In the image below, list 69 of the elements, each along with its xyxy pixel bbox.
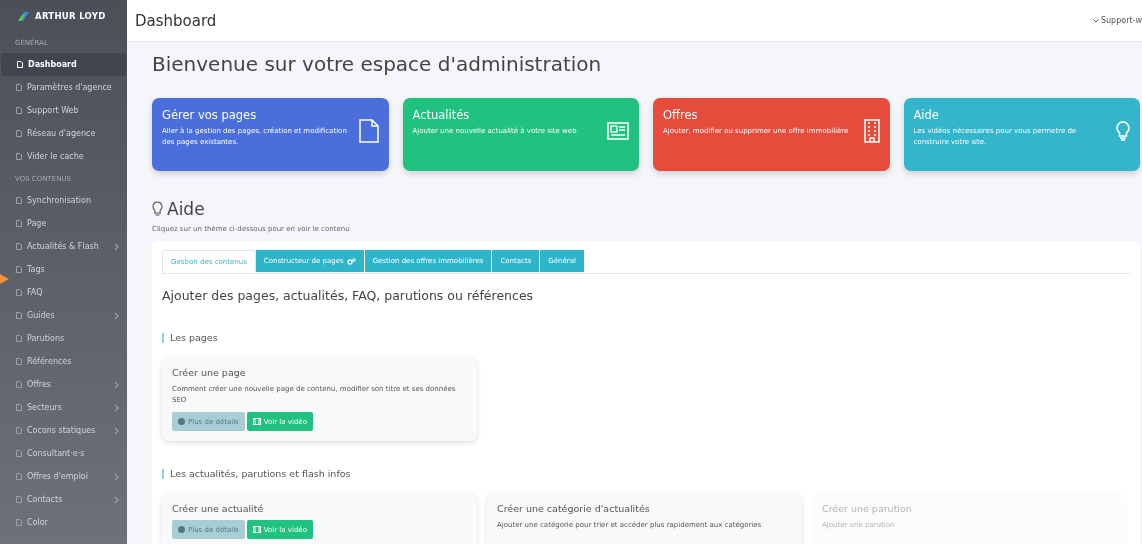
document-icon [17, 61, 23, 68]
document-icon [16, 84, 22, 91]
sidebar-item[interactable]: FAQ [0, 281, 127, 304]
sidebar-item[interactable]: Parutions [0, 327, 127, 350]
sidebar-item[interactable]: Guides [0, 304, 127, 327]
sidebar-item[interactable]: Secteurs [0, 396, 127, 419]
film-icon [252, 418, 261, 425]
document-icon [16, 519, 22, 526]
document-icon [16, 289, 22, 296]
document-icon [358, 118, 379, 143]
document-icon [16, 450, 22, 457]
lightbulb-icon [1116, 120, 1130, 141]
document-icon [16, 130, 22, 137]
sidebar-item[interactable]: Dashboard [1, 53, 126, 76]
sidebar-item[interactable]: Cocons statiques [0, 419, 127, 442]
card-title: Créer une parution [822, 503, 913, 514]
sidebar-item[interactable]: Color [0, 511, 127, 534]
sidebar-item[interactable]: Support Web [0, 99, 127, 122]
logo-text: ARTHUR LOYD [35, 11, 106, 21]
logo-icon [18, 11, 29, 21]
card-title: Aide [913, 108, 940, 122]
sidebar-item[interactable]: Actualités & Flash [0, 235, 127, 258]
sidebar-item[interactable]: Offres d'emploi [0, 465, 127, 488]
document-icon [16, 197, 22, 204]
sidebar-item[interactable]: Contacts [0, 488, 127, 511]
card-title: Créer une catégorie d'actualités [497, 503, 651, 514]
document-icon [16, 266, 22, 273]
document-icon [16, 153, 22, 160]
document-icon [16, 220, 22, 227]
document-icon [16, 243, 22, 250]
panel-heading: Ajouter des pages, actualités, FAQ, parutions ou références [162, 288, 535, 303]
gears-icon [346, 257, 356, 265]
document-icon [16, 427, 22, 434]
sidebar-item[interactable]: Tags [0, 258, 127, 281]
card-title: Actualités [412, 108, 471, 122]
section-heading: Aide [167, 199, 205, 219]
card-title: Gérer vos pages [162, 108, 258, 122]
document-icon [16, 335, 22, 342]
document-icon [16, 358, 22, 365]
welcome-heading: Bienvenue sur votre espace d'administration [152, 52, 603, 76]
document-icon [16, 312, 22, 319]
info-icon [178, 526, 185, 533]
sidebar-item[interactable]: Vider le cache [0, 145, 127, 168]
page-title: Dashboard [135, 11, 217, 30]
card-title: Offres [663, 108, 699, 122]
film-icon [252, 526, 261, 533]
chevron-down-icon [1092, 18, 1099, 23]
pointer-icon [0, 274, 9, 284]
document-icon [16, 107, 22, 114]
section-title: Les actualités, parutions et flash infos [162, 469, 1140, 479]
newspaper-icon [607, 121, 629, 140]
document-icon [16, 496, 22, 503]
building-icon [863, 118, 880, 143]
sidebar-item[interactable]: Synchronisation [0, 189, 127, 212]
document-icon [16, 381, 22, 388]
sidebar-item[interactable]: Paramètres d'agence [0, 76, 127, 99]
document-icon [16, 404, 22, 411]
card-title: Créer une page [172, 367, 247, 378]
sidebar-item[interactable]: Références [0, 350, 127, 373]
document-icon [16, 473, 22, 480]
user-menu[interactable]: Support-w [1092, 16, 1142, 25]
sidebar-item[interactable]: Offres [0, 373, 127, 396]
section-title: Les pages [162, 333, 1140, 343]
lightbulb-icon [152, 201, 163, 217]
info-icon [178, 418, 185, 425]
card-title: Créer une actualité [172, 503, 265, 514]
sidebar-item[interactable]: Consultant·e·s [0, 442, 127, 465]
sidebar-item[interactable]: Réseau d'agence [0, 122, 127, 145]
sidebar-item[interactable]: Page [0, 212, 127, 235]
